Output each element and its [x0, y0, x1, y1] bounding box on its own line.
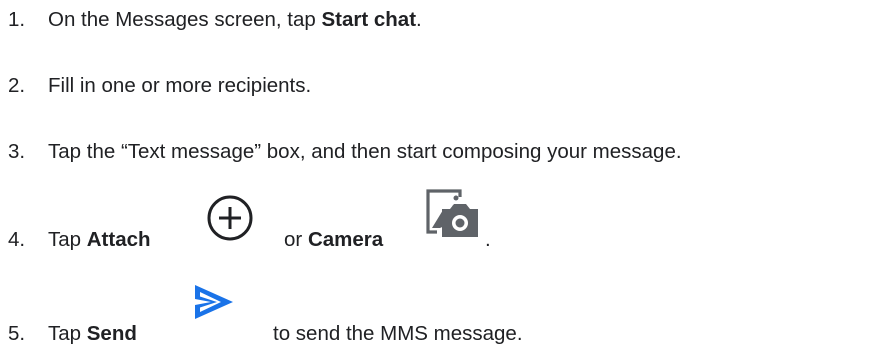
- step-text: On the Messages screen, tap: [48, 8, 322, 31]
- step-number: 5.: [8, 322, 26, 345]
- step-number: 4.: [8, 228, 26, 251]
- instruction-list: 1. On the Messages screen, tap Start chat…: [0, 0, 884, 356]
- step-2: 2. Fill in one or more recipients.: [8, 74, 311, 98]
- step-number: 1.: [8, 8, 26, 31]
- step-4-camera: or Camera: [284, 228, 383, 252]
- step-text-end: .: [485, 228, 491, 251]
- step-text: Tap: [48, 322, 87, 345]
- step-4-end: .: [485, 228, 491, 252]
- start-chat-label: Start chat: [321, 8, 417, 31]
- step-text: Tap the “Text message” box, and then sta…: [48, 140, 682, 163]
- gallery-camera-icon: [426, 189, 478, 237]
- attach-label: Attach: [86, 228, 151, 251]
- step-5-end: to send the MMS message.: [273, 322, 523, 346]
- step-number: 2.: [8, 74, 26, 97]
- step-4: 4. Tap Attach: [8, 228, 151, 252]
- camera-label: Camera: [307, 228, 384, 251]
- step-text: Tap: [48, 228, 87, 251]
- step-number: 3.: [8, 140, 26, 163]
- step-5: 5. Tap Send: [8, 322, 137, 346]
- step-text-end: to send the MMS message.: [273, 322, 523, 345]
- step-text: or: [284, 228, 308, 251]
- send-label: Send: [86, 322, 137, 345]
- step-text-end: .: [416, 8, 422, 31]
- step-text: Fill in one or more recipients.: [48, 74, 312, 97]
- add-circle-icon: [207, 195, 253, 241]
- send-icon: [195, 285, 233, 319]
- step-3: 3. Tap the “Text message” box, and then s…: [8, 140, 682, 164]
- step-1: 1. On the Messages screen, tap Start chat…: [8, 8, 422, 32]
